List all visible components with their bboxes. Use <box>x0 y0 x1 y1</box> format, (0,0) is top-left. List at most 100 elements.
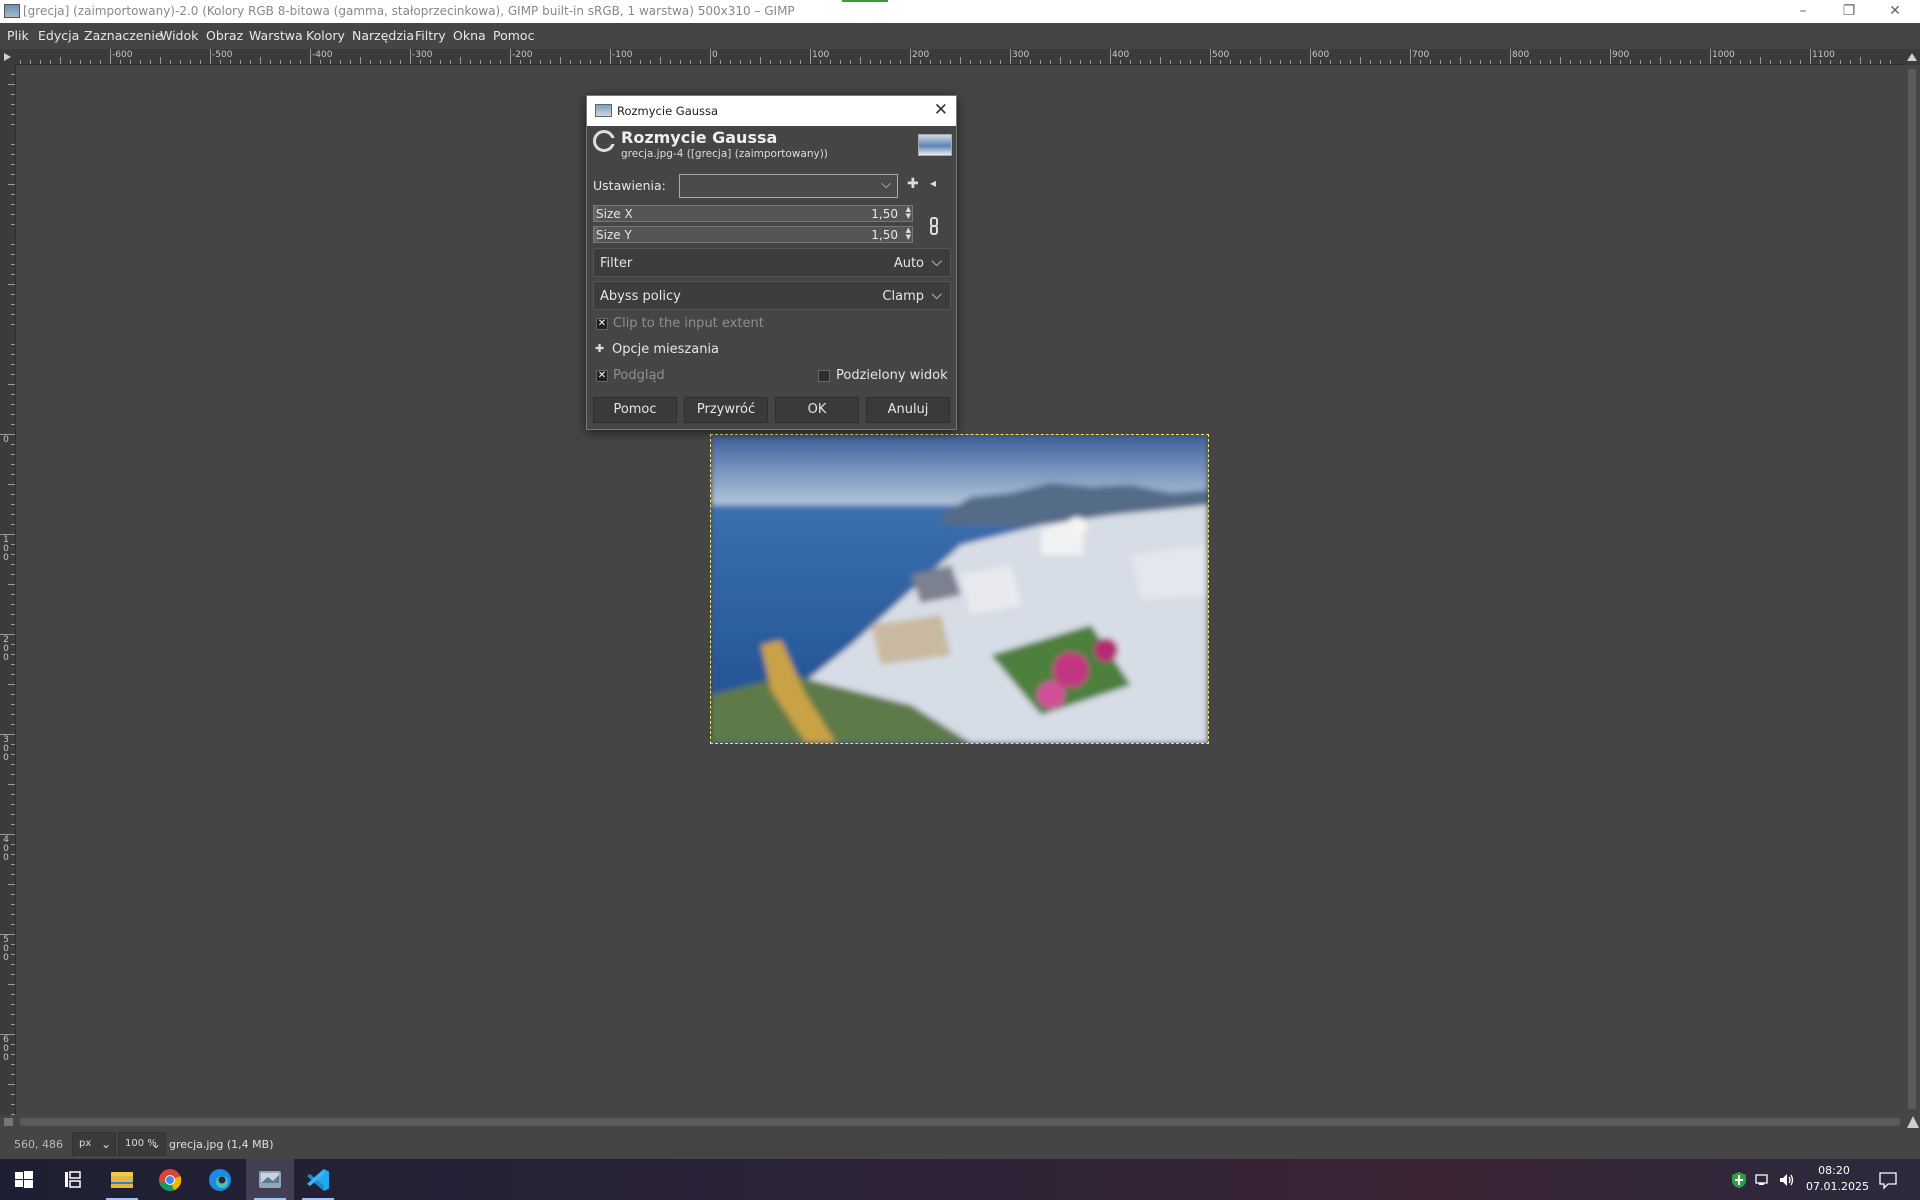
preview-checkbox[interactable]: ✕ <box>596 370 608 382</box>
zoom-select[interactable]: 100 % ⌄ <box>118 1132 166 1156</box>
ruler-minor-tick <box>1430 60 1431 64</box>
ruler-minor-tick <box>660 57 661 64</box>
filter-combo[interactable]: Filter Auto ⌵ <box>593 248 951 277</box>
reset-button[interactable]: Przywróć <box>684 397 768 423</box>
canvas-image[interactable] <box>710 434 1209 744</box>
spin-arrows-icon[interactable]: ▲ ▼ <box>906 227 911 241</box>
ruler-label: 100 <box>812 50 830 60</box>
volume-icon[interactable] <box>1778 1171 1796 1189</box>
abyss-policy-combo[interactable]: Abyss policy Clamp ⌵ <box>593 281 951 310</box>
menu-edycja[interactable]: Edycja <box>38 28 79 43</box>
ruler-major-tick <box>310 49 311 64</box>
ruler-minor-tick <box>11 824 15 825</box>
ruler-minor-tick <box>1700 60 1701 64</box>
defender-icon[interactable] <box>1730 1171 1748 1189</box>
ruler-minor-tick <box>1570 60 1571 64</box>
ruler-minor-tick <box>8 884 15 885</box>
ruler-minor-tick <box>1690 60 1691 64</box>
ruler-major-tick <box>510 49 511 64</box>
square-icon <box>4 1118 13 1126</box>
dialog-titlebar[interactable]: Rozmycie Gaussa ✕ <box>587 96 956 126</box>
preset-menu-icon[interactable]: ◂ <box>930 176 936 190</box>
dialog-window-title: Rozmycie Gaussa <box>617 104 719 118</box>
taskbar-edge[interactable] <box>196 1159 244 1200</box>
blending-options-expander[interactable]: Opcje mieszania <box>612 342 719 357</box>
ruler-minor-tick <box>1380 60 1381 64</box>
ruler-minor-tick <box>130 60 131 64</box>
minimize-button[interactable]: – <box>1780 0 1826 23</box>
spin-arrows-icon[interactable]: ▲ ▼ <box>906 206 911 220</box>
system-clock[interactable]: 08:20 07.01.2025 <box>1806 1163 1869 1195</box>
ruler-minor-tick <box>320 60 321 64</box>
ruler-minor-tick <box>11 264 15 265</box>
ruler-label: 500 <box>3 935 9 963</box>
ruler-minor-tick <box>11 924 15 925</box>
taskbar-vscode[interactable] <box>294 1159 342 1200</box>
help-button[interactable]: Pomoc <box>593 397 677 423</box>
menu-widok[interactable]: Widok <box>160 28 198 43</box>
taskbar-chrome[interactable] <box>146 1159 194 1200</box>
zoom-toggle-square[interactable] <box>0 1115 16 1129</box>
ruler-minor-tick <box>1630 60 1631 64</box>
ruler-minor-tick <box>860 57 861 64</box>
vertical-scrollbar-thumb[interactable] <box>1908 69 1916 1109</box>
taskbar-file-explorer[interactable] <box>98 1159 146 1200</box>
ruler-minor-tick <box>11 424 15 425</box>
horizontal-scrollbar-thumb[interactable] <box>20 1118 1900 1126</box>
presets-combo[interactable]: ⌵ <box>679 174 898 198</box>
menu-okna[interactable]: Okna <box>453 28 486 43</box>
ruler-minor-tick <box>11 504 15 505</box>
menu-warstwa[interactable]: Warstwa <box>249 28 303 43</box>
ruler-vertical[interactable]: 0 100 200 300 400 500 600 <box>0 65 16 1115</box>
ruler-minor-tick <box>11 294 15 295</box>
navigate-button[interactable] <box>1904 1115 1920 1129</box>
ruler-minor-tick <box>11 564 15 565</box>
ruler-horizontal[interactable]: -600 -500 -400 -300 -200 -100 0 100 200 300 400 500… <box>16 49 1904 65</box>
ruler-minor-tick <box>680 60 681 64</box>
split-view-checkbox[interactable] <box>818 370 830 382</box>
ruler-minor-tick <box>11 1074 15 1075</box>
menu-pomoc[interactable]: Pomoc <box>493 28 534 43</box>
chain-link-icon[interactable] <box>928 208 940 244</box>
zoom-follow-toggle[interactable] <box>1904 49 1920 65</box>
menu-filtry[interactable]: Filtry <box>415 28 446 43</box>
taskbar-gimp[interactable] <box>246 1159 294 1200</box>
ruler-label: 200 <box>912 50 930 60</box>
clip-extent-checkbox[interactable]: ✕ <box>596 318 608 330</box>
chevron-down-icon: ⌵ <box>931 254 942 270</box>
quick-mask-toggle[interactable] <box>0 49 16 65</box>
menu-kolory[interactable]: Kolory <box>306 28 345 43</box>
ruler-minor-tick <box>11 874 15 875</box>
menu-plik[interactable]: Plik <box>7 28 29 43</box>
start-button[interactable] <box>0 1159 48 1200</box>
dialog-close-icon[interactable]: ✕ <box>934 100 948 120</box>
ruler-minor-tick <box>11 844 15 845</box>
ok-button[interactable]: OK <box>775 397 859 423</box>
unit-select[interactable]: px ⌄ <box>72 1132 116 1156</box>
expander-icon[interactable]: ✚ <box>595 342 604 355</box>
restore-button[interactable]: ❐ <box>1826 0 1872 23</box>
size-y-spinner[interactable]: Size Y 1,50 ▲ ▼ <box>593 226 913 243</box>
cancel-button[interactable]: Anuluj <box>866 397 950 423</box>
ruler-minor-tick <box>730 60 731 64</box>
ruler-major-tick <box>1710 49 1711 64</box>
menu-zaznaczenie[interactable]: Zaznaczenie <box>84 28 163 43</box>
notifications-icon[interactable] <box>1878 1170 1898 1190</box>
horizontal-scrollbar[interactable] <box>16 1115 1904 1129</box>
vertical-scrollbar[interactable] <box>1904 65 1920 1115</box>
folder-icon <box>111 1172 133 1188</box>
close-button[interactable]: ✕ <box>1872 0 1918 23</box>
add-preset-icon[interactable]: ✚ <box>907 176 919 192</box>
ruler-minor-tick <box>1820 60 1821 64</box>
network-icon[interactable] <box>1754 1171 1772 1189</box>
size-x-spinner[interactable]: Size X 1,50 ▲ ▼ <box>593 205 913 222</box>
ruler-minor-tick <box>1270 60 1271 64</box>
ruler-label: 0 <box>712 50 718 60</box>
task-view-button[interactable] <box>48 1159 96 1200</box>
ruler-minor-tick <box>220 60 221 64</box>
ruler-minor-tick <box>1590 60 1591 64</box>
ruler-label: 900 <box>1612 50 1630 60</box>
ruler-minor-tick <box>1100 60 1101 64</box>
menu-narzedzia[interactable]: Narzędzia <box>352 28 414 43</box>
menu-obraz[interactable]: Obraz <box>206 28 243 43</box>
